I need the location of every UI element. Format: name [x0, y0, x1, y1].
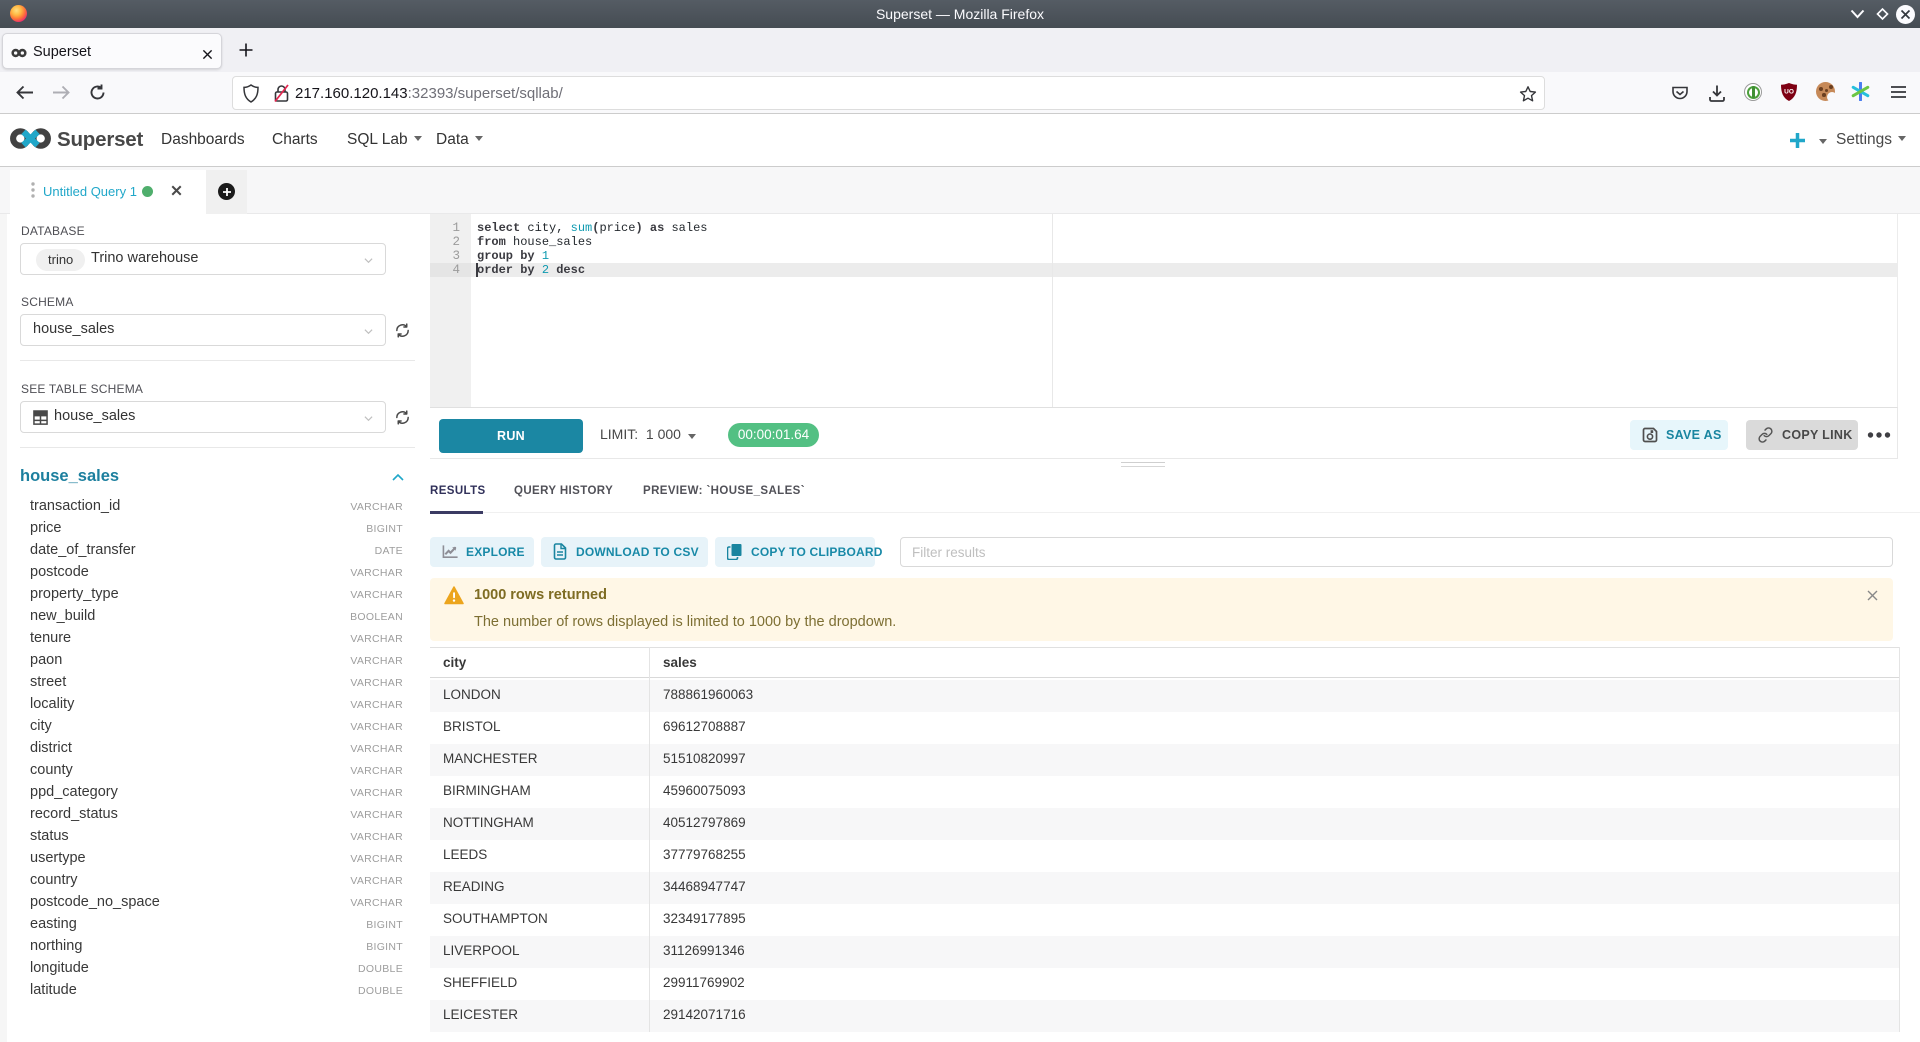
svg-text:UO: UO	[1784, 89, 1794, 96]
